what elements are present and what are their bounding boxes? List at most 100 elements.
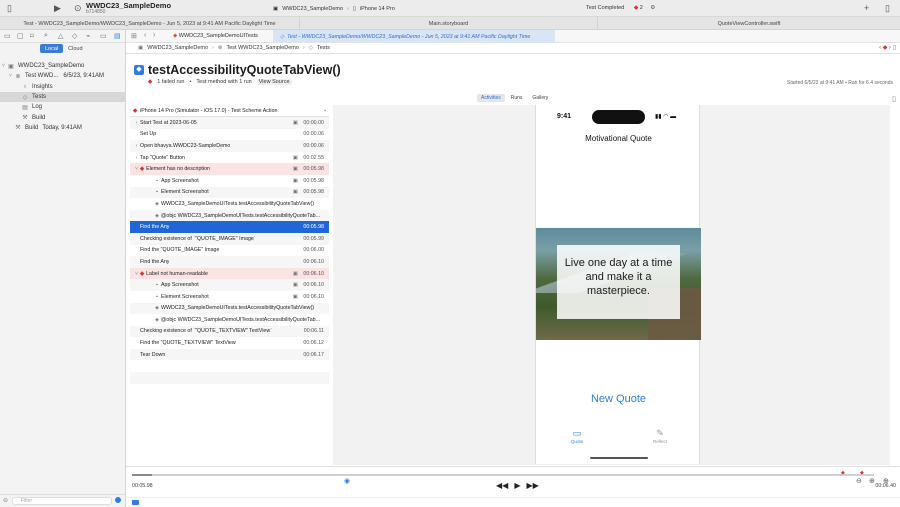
log-header[interactable]: ◆ iPhone 14 Pro (Simulator - iOS 17.0) -… <box>130 105 329 117</box>
find-icon[interactable]: ⌕ <box>44 32 48 40</box>
screenshot-icon[interactable]: ▣ <box>293 120 298 126</box>
failure-marker-icon[interactable]: ◆ <box>860 470 864 476</box>
tab-main-storyboard[interactable]: Main.storyboard <box>300 17 598 30</box>
log-row[interactable]: Checking existence of `"QUOTE_IMAGE" Ima… <box>130 232 329 245</box>
add-icon[interactable]: + <box>864 3 869 13</box>
inspector-icon[interactable]: ▯ <box>892 95 896 103</box>
timeline-progress <box>132 474 152 476</box>
issue-icon[interactable]: △ <box>58 32 63 40</box>
nav-item-build[interactable]: ⚒ Build <box>0 112 126 122</box>
breadcrumb-test-run[interactable]: Test WWDC23_SampleDemo <box>226 45 298 51</box>
nav-item-log[interactable]: ▤ Log <box>0 102 126 112</box>
breadcrumb-tests[interactable]: Tests <box>317 45 330 51</box>
screenshot-icon[interactable]: ▣ <box>293 282 298 288</box>
log-row[interactable]: ◈ WWDC23_SampleDemoUITests.testAccessibil… <box>130 302 329 315</box>
cloud-segment[interactable]: Cloud <box>63 44 87 53</box>
console-toggle-icon[interactable] <box>132 500 139 505</box>
log-row-failure[interactable]: ˅ ◆ Label not human-readable ▣ 00:06.10 <box>130 267 329 280</box>
log-row-label: Element has no description <box>146 166 210 173</box>
log-row[interactable]: ◈ @objc WWDC23_SampleDemoUITests.testAcce… <box>130 209 329 222</box>
issue-nav-icons[interactable]: ‹ ◆ › ▯ <box>879 44 896 51</box>
chevron-down-icon[interactable]: ˅ <box>0 63 7 69</box>
local-segment[interactable]: Local <box>40 44 64 53</box>
nav-item-build-today[interactable]: ⚒ Build Today, 9:41AM <box>0 123 126 133</box>
bookmark-icon[interactable]: ⌑ <box>30 32 34 40</box>
log-row[interactable]: ▪ App Screenshot ▣ 00:06.10 <box>130 279 329 291</box>
nav-item-project[interactable]: ˅ ▣ WWDC23_SampleDemo <box>0 61 126 71</box>
collapse-icon[interactable]: ▪ <box>324 108 326 114</box>
tab-runs[interactable]: Runs <box>507 94 527 102</box>
log-row[interactable]: › Tap "Quote" Button ▣ 00:02.55 <box>130 152 329 164</box>
tab-gallery[interactable]: Gallery <box>528 94 552 102</box>
tab-test-report[interactable]: Test - WWDC23_SampleDemo/WWDC23_SampleDe… <box>0 17 300 30</box>
log-row[interactable]: › Start Test at 2023-06-05 ▣ 00:00.00 <box>130 117 329 129</box>
screenshot-icon[interactable]: ▣ <box>293 189 298 195</box>
tab-uitests-file[interactable]: ◆ WWDC23_SampleDemoUITests <box>173 33 258 39</box>
chevron-down-icon[interactable]: ˅ <box>133 166 140 172</box>
view-source-link[interactable]: View Source <box>256 79 292 85</box>
add-filter-icon[interactable] <box>115 497 121 503</box>
log-row[interactable]: Find the Any 00:06.10 <box>130 256 329 268</box>
chevron-down-icon[interactable]: ˅ <box>7 73 14 79</box>
chevron-right-icon[interactable]: › <box>133 143 140 149</box>
sidebar-toggle-icon[interactable]: ▯ <box>7 3 12 13</box>
error-badge[interactable]: ◆ 2 ⚙ <box>634 5 655 11</box>
log-row[interactable]: Find the "QUOTE_IMAGE" Image 00:06.00 <box>130 245 329 257</box>
log-row[interactable]: Find the "QUOTE_TEXTVIEW" TextView 00:06.… <box>130 337 329 349</box>
screenshot-icon[interactable]: ▣ <box>293 271 298 277</box>
nav-item-test-run[interactable]: ˅ ⊗ Test WWD... 6/5/23, 9:41AM <box>0 71 126 81</box>
breadcrumb-project[interactable]: WWDC23_SampleDemo <box>147 45 208 51</box>
source-control-icon[interactable]: ▢ <box>17 32 24 40</box>
breakpoint-icon[interactable]: ▭ <box>100 32 107 40</box>
log-row[interactable]: › Open bhavya.WWDC23-SampleDemo 00:00.06 <box>130 140 329 152</box>
tab-reflect[interactable]: ✎ Reflect <box>640 428 680 444</box>
chevron-down-icon[interactable]: ˅ <box>133 271 140 277</box>
screenshot-icon[interactable]: ▣ <box>293 294 298 300</box>
log-row[interactable]: ◈ @objc WWDC23_SampleDemoUITests.testAcce… <box>130 314 329 326</box>
run-icon[interactable]: ▶ <box>54 3 61 13</box>
report-icon[interactable]: ▤ <box>114 32 121 40</box>
failure-marker-icon[interactable]: ◆ <box>841 470 845 476</box>
error-icon: ◆ <box>148 79 153 85</box>
log-row[interactable]: Tear Down 00:06.17 <box>130 348 329 361</box>
screenshot-icon[interactable]: ▣ <box>293 166 298 172</box>
nav-item-tests[interactable]: ◇ Tests <box>0 91 126 103</box>
log-row[interactable]: ▪ App Screenshot ▣ 00:05.98 <box>130 175 329 187</box>
scheme-selector[interactable]: ▣ WWDC23_SampleDemo › ▯ iPhone 14 Pro <box>273 3 395 14</box>
chevron-right-icon[interactable]: › <box>133 155 140 161</box>
scheme-device[interactable]: iPhone 14 Pro <box>360 6 395 12</box>
log-row-time: 00:06.10 <box>303 258 324 265</box>
report-navigator: ▭ ▢ ⌑ ⌕ △ ◇ ⌁ ▭ ▤ Local Cloud ˅ ▣ WWDC23… <box>0 30 126 507</box>
log-row[interactable]: Set Up 00:00.06 <box>130 129 329 141</box>
log-row[interactable]: Checking existence of `"QUOTE_TEXTVIEW" … <box>130 325 329 338</box>
inspector-toggle-icon[interactable]: ▯ <box>885 3 890 13</box>
screenshot-icon[interactable]: ▣ <box>293 178 298 184</box>
forward-arrow-icon[interactable]: › <box>153 32 155 39</box>
step-back-icon[interactable]: ◀◀ <box>496 481 508 490</box>
tab-quote-view-controller[interactable]: QuoteViewController.swift <box>598 17 900 30</box>
filter-input[interactable]: Filter <box>12 497 112 505</box>
tab-activities[interactable]: Activities <box>477 94 505 102</box>
log-row[interactable]: ▪ Element Screenshot ▣ 00:05.98 <box>130 186 329 199</box>
tab-active-test-report[interactable]: ◇ Test - WWDC23_SampleDemo/WWDC23_Sample… <box>273 30 555 43</box>
timeline-track[interactable] <box>132 474 874 476</box>
log-row[interactable]: ▪ Element Screenshot ▣ 00:06.10 <box>130 291 329 303</box>
scheme-target[interactable]: WWDC23_SampleDemo <box>282 6 343 12</box>
chevron-right-icon[interactable]: › <box>133 120 140 126</box>
play-icon[interactable]: ▶ <box>514 481 520 490</box>
folder-icon[interactable]: ▭ <box>4 32 11 40</box>
local-cloud-toggle[interactable]: Local Cloud <box>40 44 88 53</box>
test-navigator-icon[interactable]: ◇ <box>72 32 77 40</box>
log-row[interactable]: Find the Any 00:05.98 <box>130 221 329 233</box>
new-quote-button[interactable]: New Quote <box>536 393 701 405</box>
log-row-failure[interactable]: ˅ ◆ Element has no description ▣ 00:05.98 <box>130 163 329 175</box>
nav-item-insights[interactable]: ♁ Insights <box>0 82 126 92</box>
debug-icon[interactable]: ⌁ <box>86 32 90 40</box>
step-forward-icon[interactable]: ▶▶ <box>526 481 538 490</box>
log-row[interactable]: ◈ WWDC23_SampleDemoUITests.testAccessibil… <box>130 198 329 210</box>
screenshot-icon[interactable]: ▣ <box>293 155 298 161</box>
back-arrow-icon[interactable]: ‹ <box>144 32 146 39</box>
device-screenshot[interactable]: 9:41 ▮▮ ◠ ▬ Motivational Quote Live one … <box>535 105 701 464</box>
grid-icon[interactable]: ⊞ <box>131 32 137 40</box>
tab-quote[interactable]: ▭ Quote <box>557 428 597 444</box>
